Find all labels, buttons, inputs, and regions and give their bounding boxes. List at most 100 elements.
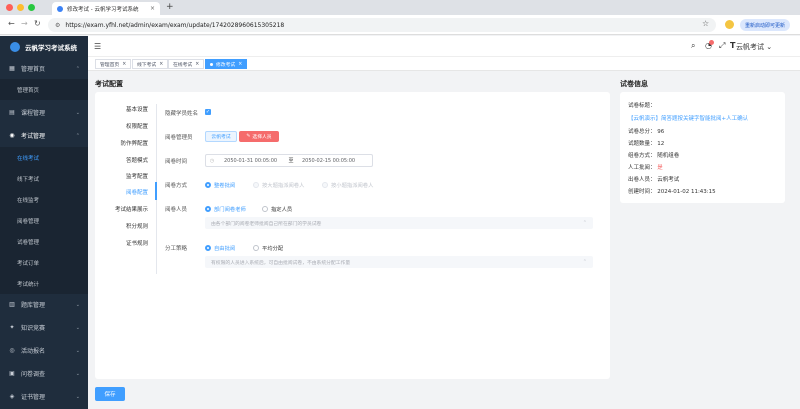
maximize-window-button[interactable] [28,4,35,11]
update-browser-button[interactable]: 重新启动即可更新 [740,19,790,31]
select-person-button[interactable]: ✎ 选择人员 [239,131,279,142]
step-proctor[interactable]: 监考配置 [93,172,148,180]
compose-method: 组卷方式： 随机组卷 [628,153,680,159]
grade-mode-by-small-question[interactable]: 按小题指派阅卷人 [322,181,373,189]
radio-label: 平均分配 [262,246,284,252]
grade-time-range[interactable]: ◷ 2050-01-31 00:05:00 至 2050-02-15 00:05… [205,154,373,167]
radio-circle [205,245,211,251]
step-certificate[interactable]: 证书规则 [93,239,148,247]
grade-mode-label: 阅卷方式 [165,183,188,189]
search-icon[interactable]: ⌕ [691,41,695,51]
sidebar-subitem-orders[interactable]: 考试订单 [0,252,88,273]
grade-mode-whole[interactable]: 整卷批阅 [205,181,235,189]
exam-icon: ◉ [9,132,15,139]
browser-tab[interactable]: 修改考试 - 云帆学习考试系统 × [52,2,160,15]
minimize-window-button[interactable] [17,4,24,11]
close-tag-icon[interactable]: × [195,62,199,67]
tag-edit-exam[interactable]: 修改考试 × [205,59,248,69]
active-dot [210,62,213,66]
radio-label: 自由批阅 [214,246,236,252]
grade-start-date[interactable]: 2050-01-31 00:05:00 [224,158,286,164]
chevron-down-icon: ⌄ [75,301,80,308]
tag-offline-exam[interactable]: 线下考试 × [132,59,169,69]
back-icon[interactable]: ← [8,19,15,28]
address-bar[interactable]: ⚙ https://exam.yfhl.net/admin/exam/exam/… [48,18,716,32]
close-tag-icon[interactable]: × [238,62,242,67]
step-permission[interactable]: 权限配置 [93,122,148,130]
step-points[interactable]: 积分规则 [93,222,148,230]
sidebar-item-exams[interactable]: ◉ 考试管理 ⌃ [0,125,88,146]
sidebar-item-label: 证书管理 [21,394,46,401]
save-button[interactable]: 保存 [95,387,125,401]
grade-end-date[interactable]: 2050-02-15 00:05:00 [302,158,355,164]
caret-icon: ⌃ [582,220,587,226]
bookmark-star-icon[interactable]: ☆ [702,19,709,28]
chevron-down-icon: ⌄ [75,347,80,354]
fullscreen-icon[interactable]: ⤢ [719,41,725,51]
paper-title-link[interactable]: 【云帆演示】简答题按关键字智能批阅+人工确认 [628,114,748,122]
grade-mode-by-big-question[interactable]: 按大题指派阅卷人 [253,181,304,189]
grader-person-specific[interactable]: 指定人员 [262,205,292,213]
tag-label: 修改考试 [216,62,236,68]
step-anti-cheat[interactable]: 防作弊配置 [93,139,148,147]
sidebar-item-signup[interactable]: ◎ 活动报名 ⌄ [0,340,88,361]
tag-online-exam[interactable]: 在线考试 × [168,59,205,69]
font-size-icon[interactable]: T [730,41,735,50]
radio-label: 部门阅卷老师 [214,207,246,213]
close-window-button[interactable] [6,4,13,11]
sidebar-subitem-proctoring[interactable]: 在线监考 [0,189,88,210]
close-tag-icon[interactable]: × [159,62,163,67]
total-score: 试卷总分： 96 [628,129,665,135]
chevron-down-icon: ⌄ [75,393,80,400]
step-grading[interactable]: 阅卷配置 [93,188,148,196]
tag-label: 管理首页 [100,62,120,68]
division-free[interactable]: 自由批阅 [205,244,235,252]
tags-view: 管理首页 × 线下考试 × 在线考试 × 修改考试 × [88,57,800,71]
sidebar-subitem-grading[interactable]: 阅卷管理 [0,210,88,231]
forward-icon[interactable]: → [21,19,28,28]
range-separator: 至 [288,158,294,164]
sidebar-item-dashboard[interactable]: ▦ 管理首页 ⌃ [0,58,88,79]
sidebar-subitem-online-exam[interactable]: 在线考试 [0,147,88,168]
caret-icon: ⌃ [582,259,587,265]
radio-label: 按小题指派阅卷人 [331,183,374,189]
reload-icon[interactable]: ↻ [34,19,41,28]
sidebar-item-courses[interactable]: ▤ 课程管理 ⌄ [0,102,88,123]
close-tab-icon[interactable]: × [150,5,155,12]
window-controls [6,4,35,11]
sidebar-subitem-papers[interactable]: 试卷管理 [0,231,88,252]
tag-dashboard[interactable]: 管理首页 × [95,59,132,69]
book-icon: ▤ [9,109,15,116]
menu-toggle-icon[interactable]: ☰ [94,42,101,51]
sidebar-subitem-dashboard[interactable]: 管理首页 [0,79,88,100]
radio-circle [322,182,328,188]
grader-person-label: 阅卷人员 [165,207,188,213]
step-basic[interactable]: 基本设置 [93,105,148,113]
sidebar-item-question-bank[interactable]: ▥ 题库管理 ⌄ [0,294,88,315]
sidebar-subitem-statistics[interactable]: 考试统计 [0,273,88,294]
manual-grading-value: 是 [657,165,663,171]
grader-person-dept[interactable]: 部门阅卷老师 [205,205,246,213]
step-answer-mode[interactable]: 答题模式 [93,156,148,164]
created-time: 创建时间： 2024-01-02 11:43:15 [628,189,716,195]
sidebar-item-label: 活动报名 [21,348,46,355]
browser-tab-title: 修改考试 - 云帆学习考试系统 [67,6,139,13]
division-even[interactable]: 平均分配 [253,244,283,252]
sidebar-item-survey[interactable]: ▣ 问卷调查 ⌄ [0,363,88,384]
manual-grading-label: 人工批阅： [628,165,656,171]
user-menu[interactable]: 云帆考试 ⌄ [736,42,772,52]
sidebar-subitem-offline-exam[interactable]: 线下考试 [0,168,88,189]
sidebar-item-contest[interactable]: ✦ 知识竞赛 ⌄ [0,317,88,338]
step-result-display[interactable]: 考试结果展示 [93,205,148,213]
close-tag-icon[interactable]: × [122,62,126,67]
app-header: ☰ ⌕ ◔ ⤢ T 云帆考试 ⌄ [88,36,800,57]
hint-text: 有权限的人员进入系统后，可自由批阅试卷，不由系统分配工作量 [211,260,351,266]
sidebar-item-label: 知识竞赛 [21,325,46,332]
site-info-icon[interactable]: ⚙ [55,22,60,29]
new-tab-icon[interactable]: + [166,2,174,12]
sidebar-item-certificate[interactable]: ◈ 证书管理 ⌄ [0,386,88,407]
profile-avatar[interactable] [725,20,734,29]
grader-tag[interactable]: 云帆考试 [205,131,237,142]
hide-name-checkbox[interactable]: ✓ [205,109,211,115]
tag-label: 在线考试 [173,62,193,68]
